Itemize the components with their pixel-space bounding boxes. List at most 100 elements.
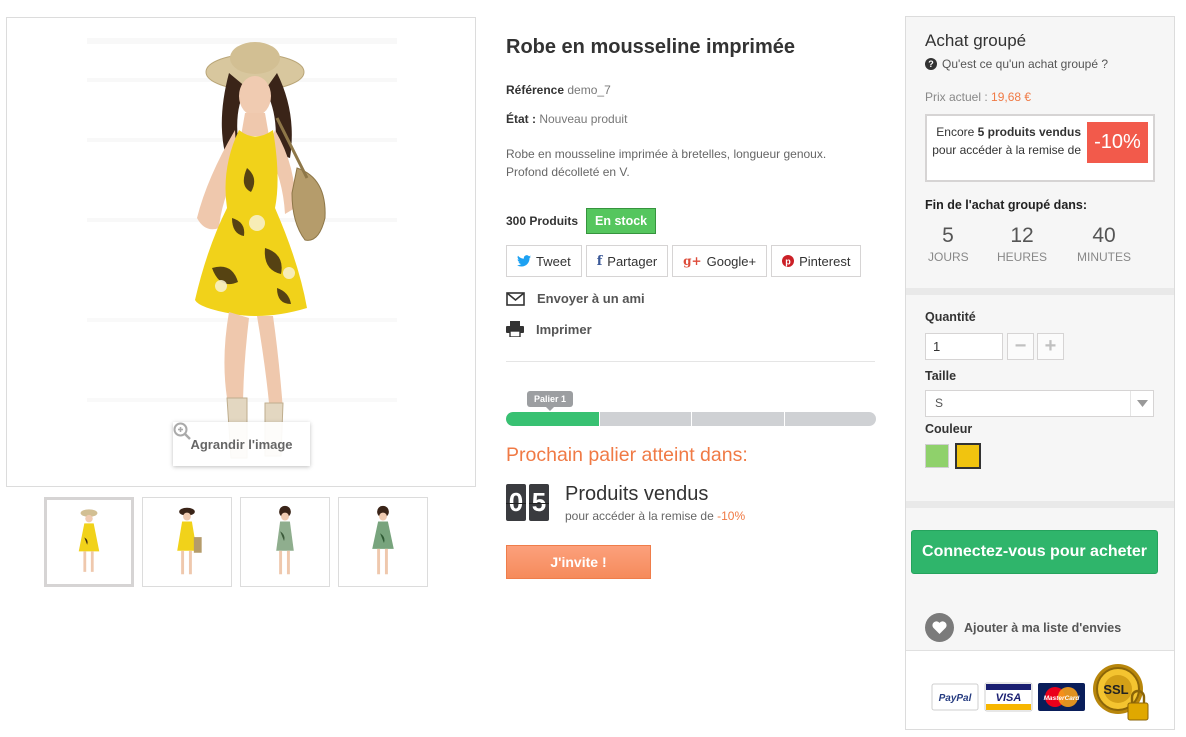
color-label: Couleur <box>925 422 973 436</box>
pinterest-icon: p <box>782 255 795 267</box>
product-description: Robe en mousseline imprimée à bretelles,… <box>506 147 827 179</box>
payment-logos-graphic: PayPal VISA MasterCard SSL <box>931 664 1149 721</box>
discount-badge: -10% <box>1087 122 1148 163</box>
thumbnail-1[interactable] <box>44 497 134 587</box>
divider <box>506 361 875 362</box>
thumbnail-3-image <box>276 505 294 575</box>
product-title: Robe en mousseline imprimée <box>506 36 795 58</box>
thumbnail-4[interactable] <box>338 497 428 587</box>
countdown-minutes-label: MINUTES <box>1077 250 1131 264</box>
thumbnail-strip <box>44 497 428 587</box>
stock-quantity: 300 Produits <box>506 214 579 228</box>
group-buy-title: Achat groupé <box>925 31 1027 50</box>
condition-label: État : <box>506 112 536 126</box>
send-to-friend-link[interactable]: Envoyer à un ami <box>506 291 645 306</box>
stock-badge: En stock <box>586 208 657 234</box>
panel-separator <box>906 288 1174 295</box>
pinterest-button[interactable]: p Pinterest <box>771 245 862 277</box>
googleplus-icon: g+ <box>683 254 702 268</box>
quantity-decrease-button[interactable]: − <box>1007 333 1034 360</box>
tier-tooltip: Palier 1 <box>527 391 574 411</box>
countdown-days: 5 JOURS <box>928 224 969 264</box>
product-reference: Référence demo_7 <box>506 83 611 97</box>
tier-progress-fill <box>506 412 599 426</box>
what-is-group-buy-link[interactable]: ? Qu'est ce qu'un achat groupé ? <box>925 57 1108 71</box>
question-icon: ? <box>925 58 937 70</box>
sold-discount-text: pour accéder à la remise de -10% <box>565 509 745 523</box>
countdown-days-value: 5 <box>942 224 954 247</box>
thumbnail-4-image <box>372 505 394 575</box>
tier-progress-bar <box>506 412 876 426</box>
color-swatch-yellow[interactable] <box>955 443 981 469</box>
sold-discount-prefix: pour accéder à la remise de <box>565 509 714 523</box>
discount-text: Encore 5 produits vendus pour accéder à … <box>931 123 1081 159</box>
paypal-logo: PayPal <box>939 693 972 704</box>
countdown-hours: 12 HEURES <box>992 224 1052 264</box>
payment-logos: PayPal VISA MasterCard SSL <box>906 650 1174 729</box>
tier-segment-divider <box>691 412 692 426</box>
facebook-icon: f <box>596 253 603 269</box>
current-price-label: Prix actuel : <box>925 90 988 104</box>
discount-box: Encore 5 produits vendus pour accéder à … <box>925 114 1155 182</box>
zoom-image-button[interactable]: Agrandir l'image <box>173 422 310 466</box>
condition-value: Nouveau produit <box>539 112 628 126</box>
svg-text:p: p <box>785 257 791 267</box>
counter-digit: 5 <box>529 484 549 521</box>
color-swatch-green[interactable] <box>925 444 949 468</box>
quantity-input[interactable] <box>925 333 1003 360</box>
thumbnail-3[interactable] <box>240 497 330 587</box>
size-select[interactable]: S <box>925 390 1154 417</box>
tweet-label: Tweet <box>536 253 571 269</box>
print-label: Imprimer <box>536 321 592 337</box>
sold-label: Produits vendus <box>565 483 709 505</box>
tweet-button[interactable]: Tweet <box>506 245 582 277</box>
next-tier-title: Prochain palier atteint dans: <box>506 444 748 466</box>
mastercard-logo: MasterCard <box>1044 695 1081 702</box>
stock-row: 300 Produits En stock <box>506 208 657 234</box>
googleplus-label: Google+ <box>706 253 757 269</box>
thumbnail-1-image <box>78 509 100 572</box>
tier-segment-divider <box>598 412 600 426</box>
wishlist-label: Ajouter à ma liste d'envies <box>964 620 1122 635</box>
product-condition: État : Nouveau produit <box>506 112 627 126</box>
print-link[interactable]: Imprimer <box>506 321 592 337</box>
discount-text-prefix: Encore <box>936 125 975 139</box>
printer-icon <box>506 321 524 337</box>
chevron-down-icon <box>1130 391 1153 416</box>
countdown-minutes: 40 MINUTES <box>1072 224 1136 264</box>
countdown-minutes-value: 40 <box>1092 224 1116 247</box>
group-buy-panel: Achat groupé ? Qu'est ce qu'un achat gro… <box>905 16 1175 730</box>
quantity-label: Quantité <box>925 310 976 324</box>
countdown-days-label: JOURS <box>928 250 969 264</box>
heart-icon <box>925 613 954 642</box>
discount-text-suffix: pour accéder à la remise de <box>932 143 1081 157</box>
tier-segment-divider <box>783 412 785 426</box>
invite-button[interactable]: J'invite ! <box>506 545 651 579</box>
zoom-icon <box>173 422 191 440</box>
pinterest-label: Pinterest <box>799 253 851 269</box>
discount-text-strong: 5 produits vendus <box>977 125 1081 139</box>
add-to-wishlist-link[interactable]: Ajouter à ma liste d'envies <box>925 613 1121 642</box>
ssl-seal: SSL <box>1103 682 1128 697</box>
social-share-buttons: Tweet f Partager g+ Google+ p Pinterest <box>506 245 862 277</box>
facebook-share-button[interactable]: f Partager <box>585 245 669 277</box>
sold-discount-value: -10% <box>717 509 746 523</box>
counter-digit: 0 <box>506 484 526 521</box>
countdown-hours-label: HEURES <box>996 250 1047 264</box>
quantity-increase-button[interactable]: + <box>1037 333 1064 360</box>
sold-counter: 0 5 <box>506 484 549 521</box>
size-select-value: S <box>935 396 944 410</box>
reference-value: demo_7 <box>567 83 611 97</box>
panel-separator <box>906 501 1174 508</box>
send-to-friend-label: Envoyer à un ami <box>537 291 645 306</box>
current-price: Prix actuel : 19,68 € <box>925 90 1031 104</box>
login-to-buy-button[interactable]: Connectez-vous pour acheter <box>911 530 1158 574</box>
visa-logo: VISA <box>996 692 1022 704</box>
googleplus-button[interactable]: g+ Google+ <box>672 245 768 277</box>
thumbnail-2[interactable] <box>142 497 232 587</box>
envelope-icon <box>506 291 525 306</box>
twitter-icon <box>517 255 531 267</box>
size-label: Taille <box>925 369 957 383</box>
countdown-title: Fin de l'achat groupé dans: <box>925 198 1088 212</box>
main-product-image[interactable]: Agrandir l'image <box>6 17 476 487</box>
